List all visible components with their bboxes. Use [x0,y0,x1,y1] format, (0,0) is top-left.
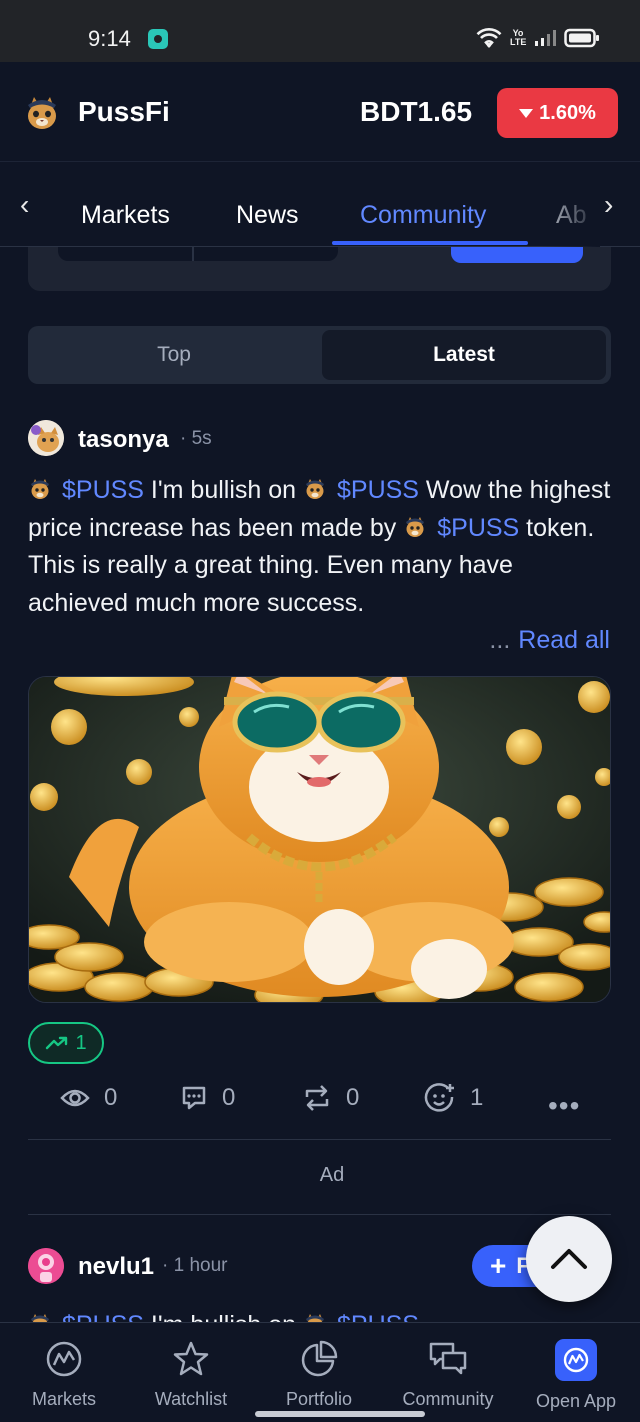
markets-icon [44,1339,84,1379]
chat-bubbles-icon [428,1339,468,1379]
react-button[interactable]: 1 [424,1076,483,1120]
pie-chart-icon [299,1339,339,1379]
comment-button[interactable]: 0 [180,1076,235,1120]
status-time: 9:14 [88,26,131,51]
tab-news[interactable]: News [236,201,299,230]
puss-token-icon [406,516,425,537]
nav-portfolio[interactable]: Portfolio [255,1339,383,1410]
vote-button[interactable] [451,247,583,263]
post-time-value: 5s [191,428,212,449]
post-timestamp: · 1 hour [162,1255,228,1276]
tab-bar: ‹ Markets News Community Ab › [0,163,640,247]
views-stat: 0 [60,1076,117,1120]
tab-markets[interactable]: Markets [81,201,170,230]
scroll-to-top-button[interactable] [526,1216,612,1302]
price-change-badge: 1.60% [497,88,618,138]
tab-scroll-fade [540,163,600,247]
reactions-count: 1 [470,1084,484,1111]
trending-badge[interactable]: 1 [28,1022,104,1064]
star-icon [171,1339,211,1379]
coin-price: BDT1.65 [360,96,473,127]
ad-label: Ad [319,1164,345,1186]
post-image[interactable] [28,676,611,1003]
trending-count: 1 [75,1031,87,1054]
post-text: I'm bullish on [143,476,303,504]
trending-up-icon [46,1036,68,1050]
active-tab-indicator [332,241,528,245]
ellipsis: ... [489,626,511,654]
puss-token-icon [306,479,324,499]
more-options-icon[interactable]: ••• [548,1090,580,1122]
status-bar: 9:14 Yo LTE [0,0,640,62]
wifi-icon [476,28,502,48]
sort-top-button[interactable]: Top [28,326,320,384]
nav-watchlist[interactable]: Watchlist [127,1339,255,1410]
token-tag-link[interactable]: $PUSS [62,476,144,504]
add-reaction-icon [424,1083,454,1112]
views-count: 0 [104,1084,118,1111]
comment-icon [182,1086,206,1110]
feed-sort-toggle: Top Latest [28,326,611,384]
chevron-right-icon[interactable]: › [604,189,613,221]
nav-open-app[interactable]: Open App [512,1339,640,1412]
sort-latest-button[interactable]: Latest [322,330,606,380]
pussfi-logo-icon [28,97,56,129]
repost-icon [305,1085,329,1111]
battery-icon [564,28,599,48]
sentiment-card [28,247,611,291]
avatar[interactable] [28,420,64,456]
status-icons: Yo LTE [476,28,600,48]
notification-app-icon [148,29,168,49]
post-time-value: 1 hour [173,1255,228,1276]
nav-label: Community [402,1389,494,1409]
nav-label: Open App [535,1391,617,1411]
avatar-image [28,1248,64,1284]
sentiment-buttons[interactable] [58,247,338,261]
repost-button[interactable]: 0 [302,1076,359,1120]
chevron-up-icon [551,1249,587,1269]
avatar-image [28,420,64,456]
eye-icon [60,1089,90,1107]
nav-label: Markets [31,1389,96,1409]
triangle-down-icon [519,108,534,118]
price-change-value: 1.60% [539,101,596,124]
reposts-count: 0 [346,1084,360,1111]
app-logo-icon [555,1339,597,1381]
token-tag-link[interactable]: $PUSS [437,514,519,542]
signal-icon [535,30,556,46]
coin-name: PussFi [78,96,170,127]
token-tag-link[interactable]: $PUSS [337,476,419,504]
avatar[interactable] [28,1248,64,1284]
post-content: $PUSS I'm bullish on $PUSS Wow the highe… [28,472,614,622]
chevron-left-icon[interactable]: ‹ [20,189,29,221]
puss-token-icon [31,479,49,499]
read-all-label: Read all [518,626,610,654]
bottom-nav: Markets Watchlist Portfolio Community Op… [0,1322,640,1422]
nav-markets[interactable]: Markets [0,1339,128,1410]
divider [28,1139,611,1140]
tab-community[interactable]: Community [360,201,486,230]
read-all-link[interactable]: ... Read all [489,626,610,655]
plus-icon: + [490,1250,507,1281]
divider [28,1214,611,1215]
post-timestamp: · 5s [180,428,212,449]
cat-coins-illustration [29,677,610,1002]
home-indicator[interactable] [255,1411,425,1417]
post-username[interactable]: tasonya [78,426,169,454]
coin-header: PussFi BDT1.65 1.60% [0,62,640,162]
comments-count: 0 [222,1084,236,1111]
nav-label: Watchlist [154,1389,228,1409]
nav-community[interactable]: Community [384,1339,512,1410]
nav-label: Portfolio [285,1389,353,1409]
post-actions: 0 0 0 1 ••• [0,1076,640,1122]
network-type-label: Yo LTE [510,28,527,47]
post-username[interactable]: nevlu1 [78,1253,154,1281]
